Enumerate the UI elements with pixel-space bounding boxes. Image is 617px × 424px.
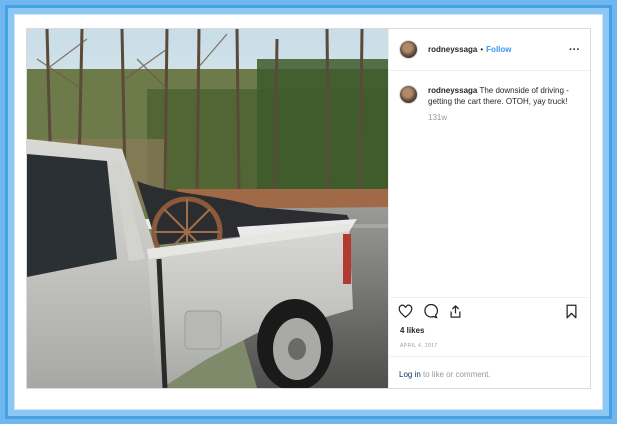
- follow-button[interactable]: Follow: [486, 45, 511, 54]
- post-header: rodneyssaga • Follow ···: [389, 29, 590, 71]
- share-icon[interactable]: [448, 304, 463, 319]
- login-bar: Log in to like or comment.: [389, 356, 589, 388]
- caption-avatar[interactable]: [399, 85, 418, 104]
- post-photo[interactable]: [27, 29, 388, 388]
- post-date: APRIL 4, 2017: [400, 343, 438, 349]
- action-bar: [389, 297, 589, 319]
- likes-count[interactable]: 4 likes: [400, 326, 424, 335]
- login-link[interactable]: Log in: [399, 370, 421, 379]
- caption: rodneyssaga The downside of driving - ge…: [389, 71, 590, 107]
- caption-text-block: rodneyssaga The downside of driving - ge…: [428, 85, 573, 107]
- more-options-icon[interactable]: ···: [569, 44, 580, 56]
- username-link[interactable]: rodneyssaga: [428, 45, 477, 54]
- login-prompt-text: to like or comment.: [420, 370, 491, 379]
- post-sidebar: rodneyssaga • Follow ··· rodneyssaga The…: [388, 29, 590, 388]
- truck-photo-image: [27, 29, 388, 388]
- instagram-post: rodneyssaga • Follow ··· rodneyssaga The…: [26, 28, 591, 389]
- bookmark-icon[interactable]: [564, 304, 579, 319]
- separator-dot: •: [480, 45, 484, 54]
- caption-username[interactable]: rodneyssaga: [428, 86, 477, 95]
- avatar[interactable]: [399, 40, 418, 59]
- post-age: 131w: [428, 113, 448, 122]
- heart-icon[interactable]: [398, 304, 413, 319]
- comment-icon[interactable]: [423, 303, 438, 319]
